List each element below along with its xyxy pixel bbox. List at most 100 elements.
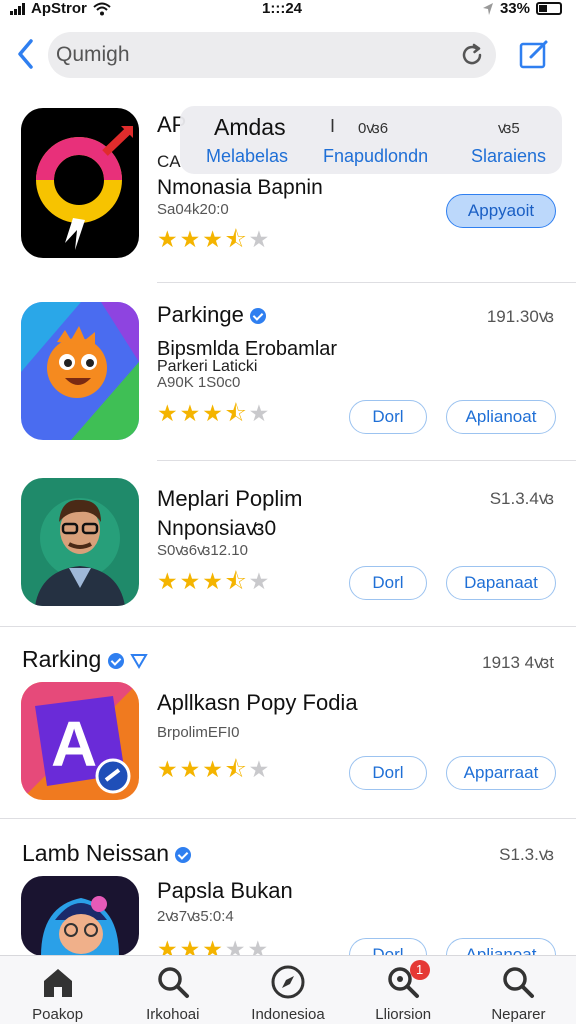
- tab-home[interactable]: Poakop: [0, 956, 115, 1024]
- verified-badge-icon: [107, 652, 124, 669]
- star-empty-icon: ★: [248, 568, 270, 594]
- divider: [0, 626, 576, 627]
- app-meta: Sa04k20:0: [157, 201, 229, 218]
- star-icon: ★: [157, 756, 178, 782]
- person-avatar-icon: [21, 478, 139, 606]
- wifi-icon: [93, 2, 111, 15]
- tag-icon: [130, 653, 148, 669]
- dropdown-code-right: ꟃ5: [498, 120, 520, 137]
- rating-stars: ★ ★ ★ ⯪ ★: [157, 758, 269, 781]
- dropdown-separator: I: [330, 116, 336, 136]
- app-meta: BrpolimEFI0: [157, 724, 240, 741]
- search-input[interactable]: [56, 40, 436, 70]
- app-price: 191.30ꟃ: [486, 307, 554, 326]
- app-icon-1[interactable]: [21, 108, 139, 258]
- get-app-button[interactable]: Appyaoit: [446, 194, 556, 228]
- mascot-logo-icon: [21, 302, 139, 440]
- dropdown-option-3[interactable]: Slaraiens: [471, 146, 546, 167]
- download-button[interactable]: Dorl: [349, 566, 427, 600]
- status-bar: ApStror 1:::24 33%: [0, 0, 576, 22]
- star-icon: ★: [157, 938, 178, 955]
- rating-stars: ★ ★ ★ ⯪ ★: [157, 228, 269, 251]
- svg-text:A: A: [51, 708, 97, 780]
- star-icon: ★: [179, 938, 201, 955]
- tab-label: Lliorsion: [375, 1006, 432, 1023]
- tab-label: Poakop: [32, 1006, 84, 1023]
- rating-stars: ★ ★ ★ ★ ★: [157, 938, 268, 955]
- app-subtitle: Nnponsiaꟃ0: [157, 517, 277, 540]
- verified-badge-icon: [249, 308, 266, 325]
- app-title: Nmonasia Bapnin: [157, 176, 323, 199]
- star-icon: ★: [202, 756, 223, 782]
- notification-badge: 1: [409, 960, 430, 980]
- status-time: 1:::24: [262, 0, 303, 17]
- star-empty-icon: ★: [248, 226, 270, 252]
- app-price: 1913 4ꟃt: [482, 653, 554, 672]
- search-suggestion-dropdown[interactable]: Amdas I 0ꟃ6 ꟃ5 Melabelas Fnapudlondn Sla…: [180, 106, 562, 174]
- reload-icon[interactable]: [458, 41, 486, 69]
- star-icon: ★: [157, 568, 178, 594]
- star-half-icon: ⯪: [224, 226, 247, 252]
- rating-stars: ★ ★ ★ ⯪ ★: [157, 402, 269, 425]
- dropdown-option-2[interactable]: Fnapudlondn: [323, 146, 428, 167]
- star-empty-icon: ★: [248, 400, 270, 426]
- search-bar[interactable]: [48, 32, 496, 78]
- carrier-name: ApStror: [31, 0, 87, 17]
- ring-logo-icon: [36, 126, 133, 250]
- star-icon: ★: [179, 226, 201, 252]
- download-button[interactable]: Dorl: [349, 756, 427, 790]
- app-meta: 2ꟃ7ꟃ5:0:4: [157, 908, 234, 925]
- battery-icon: [536, 2, 562, 15]
- star-empty-icon: ★: [224, 938, 246, 955]
- battery-group: 33%: [482, 0, 562, 17]
- star-icon: ★: [179, 756, 201, 782]
- app-icon-2[interactable]: [21, 302, 139, 440]
- app-price: S1.3.ꟃ: [499, 845, 554, 864]
- app-meta: S0ꟃ6ꟃ12.10: [157, 542, 248, 559]
- star-icon: ★: [157, 400, 178, 426]
- app-meta: A90K 1S0c0: [157, 374, 241, 391]
- tab-search-2[interactable]: Neparer: [461, 956, 576, 1024]
- app-icon-5[interactable]: [21, 876, 139, 956]
- star-icon: ★: [202, 938, 223, 955]
- rating-stars: ★ ★ ★ ⯪ ★: [157, 570, 269, 593]
- star-icon: ★: [202, 400, 223, 426]
- apply-button[interactable]: Aplianoat: [446, 400, 556, 434]
- star-half-icon: ⯪: [224, 568, 247, 594]
- section-title-text: Rarking: [22, 646, 102, 672]
- tab-bar: Poakop Irkohoai Indonesioa 1 Lliorsion N…: [0, 955, 576, 1024]
- back-chevron-icon[interactable]: [16, 38, 36, 70]
- tab-search[interactable]: Irkohoai: [115, 956, 230, 1024]
- app-icon-3[interactable]: [21, 478, 139, 606]
- star-icon: ★: [179, 568, 201, 594]
- dropdown-option-1[interactable]: Melabelas: [206, 146, 288, 167]
- dropdown-title: Amdas: [214, 114, 286, 140]
- star-icon: ★: [179, 400, 201, 426]
- search-icon: [503, 967, 535, 998]
- download-button[interactable]: Dorl: [349, 400, 427, 434]
- tab-label: Indonesioa: [251, 1006, 325, 1023]
- compose-icon[interactable]: [518, 38, 550, 70]
- girl-avatar-icon: [21, 876, 139, 956]
- carrier-group: ApStror: [10, 0, 111, 17]
- divider: [0, 818, 576, 819]
- app-icon-4[interactable]: A: [21, 682, 139, 800]
- app-price: S1.3.4ꟃ: [489, 489, 554, 508]
- download-app-button[interactable]: Dapanaat: [446, 566, 556, 600]
- tab-updates[interactable]: 1 Lliorsion: [346, 956, 461, 1024]
- search-icon: [158, 967, 189, 998]
- app-name-text: Parkinge: [157, 302, 244, 327]
- star-empty-icon: ★: [248, 756, 270, 782]
- apply-button[interactable]: Aplianoat: [446, 938, 556, 955]
- tab-explore[interactable]: Indonesioa: [230, 956, 345, 1024]
- app-name: Meplari Poplim: [157, 486, 303, 511]
- compass-icon: [271, 965, 305, 999]
- star-empty-icon: ★: [247, 938, 269, 955]
- download-button[interactable]: Dorl: [349, 938, 427, 955]
- tab-label: Neparer: [491, 1006, 546, 1023]
- location-icon: [482, 2, 493, 15]
- verified-badge-icon: [175, 846, 192, 863]
- dropdown-code-left: 0ꟃ6: [358, 120, 389, 137]
- section-title: Lamb Neissan: [22, 840, 192, 867]
- appraise-button[interactable]: Apparraat: [446, 756, 556, 790]
